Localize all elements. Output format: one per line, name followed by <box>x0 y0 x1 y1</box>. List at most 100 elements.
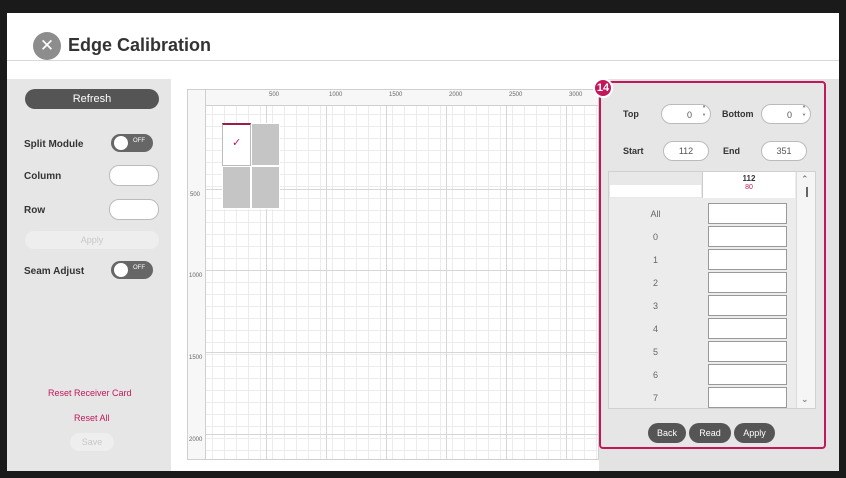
callout-badge: 14 <box>593 78 613 98</box>
grid-major-line <box>188 434 598 435</box>
table-row: 0 <box>609 225 795 248</box>
toggle-knob <box>114 136 128 150</box>
x-tick: 1000 <box>329 92 343 98</box>
module-layout-canvas[interactable]: 500 1000 1500 2000 2500 3000 500 1000 15… <box>187 89 599 460</box>
apply-button[interactable]: Apply <box>734 423 775 443</box>
seam-adjust-toggle[interactable]: OFF <box>111 261 153 279</box>
table-row: 1 <box>609 248 795 271</box>
grid-major-line <box>386 90 387 459</box>
table-row: All <box>609 202 795 225</box>
split-module-label: Split Module <box>24 139 84 150</box>
top-value: 0 <box>686 110 692 120</box>
row-value-input[interactable] <box>708 364 787 385</box>
column-subheader: 80 <box>745 184 753 191</box>
row-label: 7 <box>652 392 658 403</box>
row-label: All <box>650 208 661 219</box>
reset-all-link[interactable]: Reset All <box>74 413 110 423</box>
start-label: Start <box>623 146 644 156</box>
column-header: 112 <box>742 174 756 183</box>
table-row: 7 <box>609 386 795 408</box>
toggle-state-text: OFF <box>133 138 145 144</box>
table-row: 2 <box>609 271 795 294</box>
left-settings-panel: Refresh Split Module OFF Column Row Appl… <box>7 79 171 471</box>
x-tick: 2500 <box>509 92 523 98</box>
x-tick: 3000 <box>569 92 583 98</box>
row-label: 6 <box>652 369 658 380</box>
table-scrollbar[interactable]: ⌃ ⌄ <box>796 172 815 408</box>
reset-receiver-card-link[interactable]: Reset Receiver Card <box>48 388 132 398</box>
grid-major-line <box>566 90 567 459</box>
end-label: End <box>723 146 740 156</box>
up-down-arrows-icon[interactable]: ˄ ˅ <box>802 106 806 122</box>
left-ruler: 500 1000 1500 2000 <box>188 90 206 459</box>
row-value-input[interactable] <box>708 387 787 408</box>
chevron-down-icon[interactable]: ⌄ <box>801 395 809 405</box>
toggle-state-text: OFF <box>133 265 145 271</box>
row-label: 1 <box>652 254 658 265</box>
row-label: 0 <box>652 231 658 242</box>
edge-values-table: 112 80 All 0 1 2 3 4 5 6 7 ⌃ ⌄ <box>608 171 816 409</box>
row-label: 2 <box>652 277 658 288</box>
bottom-spinner[interactable]: 0 ˄ ˅ <box>761 104 811 124</box>
close-icon[interactable]: ✕ <box>40 36 54 56</box>
row-input[interactable] <box>109 199 159 220</box>
row-value-input[interactable] <box>708 203 787 224</box>
seam-adjust-label: Seam Adjust <box>24 266 85 277</box>
page-title: Edge Calibration <box>68 35 212 55</box>
bottom-value: 0 <box>786 110 792 120</box>
x-tick: 2000 <box>449 92 463 98</box>
table-row: 3 <box>609 294 795 317</box>
top-ruler: 500 1000 1500 2000 2500 3000 <box>188 90 598 106</box>
table-header-left <box>609 172 702 198</box>
row-value-input[interactable] <box>708 226 787 247</box>
y-tick: 1500 <box>189 355 203 361</box>
y-tick: 2000 <box>189 437 203 443</box>
led-module-selected[interactable]: ✓ <box>222 123 251 166</box>
bottom-label: Bottom <box>722 109 754 119</box>
apply-split-button[interactable]: Apply <box>25 231 159 249</box>
end-input[interactable]: 351 <box>761 141 807 161</box>
top-spinner[interactable]: 0 ˄ ˅ <box>661 104 711 124</box>
row-label: 5 <box>652 346 658 357</box>
column-label: Column <box>24 171 62 182</box>
edge-calibration-window: ✕ Edge Calibration Refresh Split Module … <box>7 13 839 471</box>
grid-major-line <box>446 90 447 459</box>
grid-major-line <box>326 90 327 459</box>
back-button[interactable]: Back <box>648 423 686 443</box>
column-input[interactable] <box>109 165 159 186</box>
table-header-column: 112 80 <box>702 172 795 198</box>
start-input[interactable]: 112 <box>663 141 709 161</box>
read-button[interactable]: Read <box>689 423 731 443</box>
grid-major-line <box>188 270 598 271</box>
up-down-arrows-icon[interactable]: ˄ ˅ <box>702 106 706 122</box>
toggle-knob <box>114 263 128 277</box>
top-label: Top <box>623 109 639 119</box>
scrollbar-thumb[interactable] <box>806 187 808 197</box>
x-tick: 500 <box>269 92 280 98</box>
row-value-input[interactable] <box>708 295 787 316</box>
table-row: 6 <box>609 363 795 386</box>
table-row: 4 <box>609 317 795 340</box>
y-tick: 500 <box>190 192 201 198</box>
refresh-button[interactable]: Refresh <box>25 89 159 109</box>
led-module[interactable] <box>251 166 280 209</box>
close-button[interactable]: ✕ <box>33 32 61 60</box>
row-label: Row <box>24 205 46 216</box>
table-row: 5 <box>609 340 795 363</box>
row-value-input[interactable] <box>708 341 787 362</box>
row-label: 4 <box>652 323 658 334</box>
header-blank-cell <box>610 185 701 197</box>
chevron-up-icon[interactable]: ⌃ <box>801 175 809 185</box>
grid-major-line <box>506 90 507 459</box>
save-button[interactable]: Save <box>70 433 114 451</box>
row-value-input[interactable] <box>708 272 787 293</box>
led-module[interactable] <box>251 123 280 166</box>
y-tick: 1000 <box>189 273 203 279</box>
grid-major-line <box>188 352 598 353</box>
row-value-input[interactable] <box>708 318 787 339</box>
row-value-input[interactable] <box>708 249 787 270</box>
led-module[interactable] <box>222 166 251 209</box>
split-module-toggle[interactable]: OFF <box>111 134 153 152</box>
checkmark-icon: ✓ <box>232 136 242 149</box>
row-label: 3 <box>652 300 658 311</box>
